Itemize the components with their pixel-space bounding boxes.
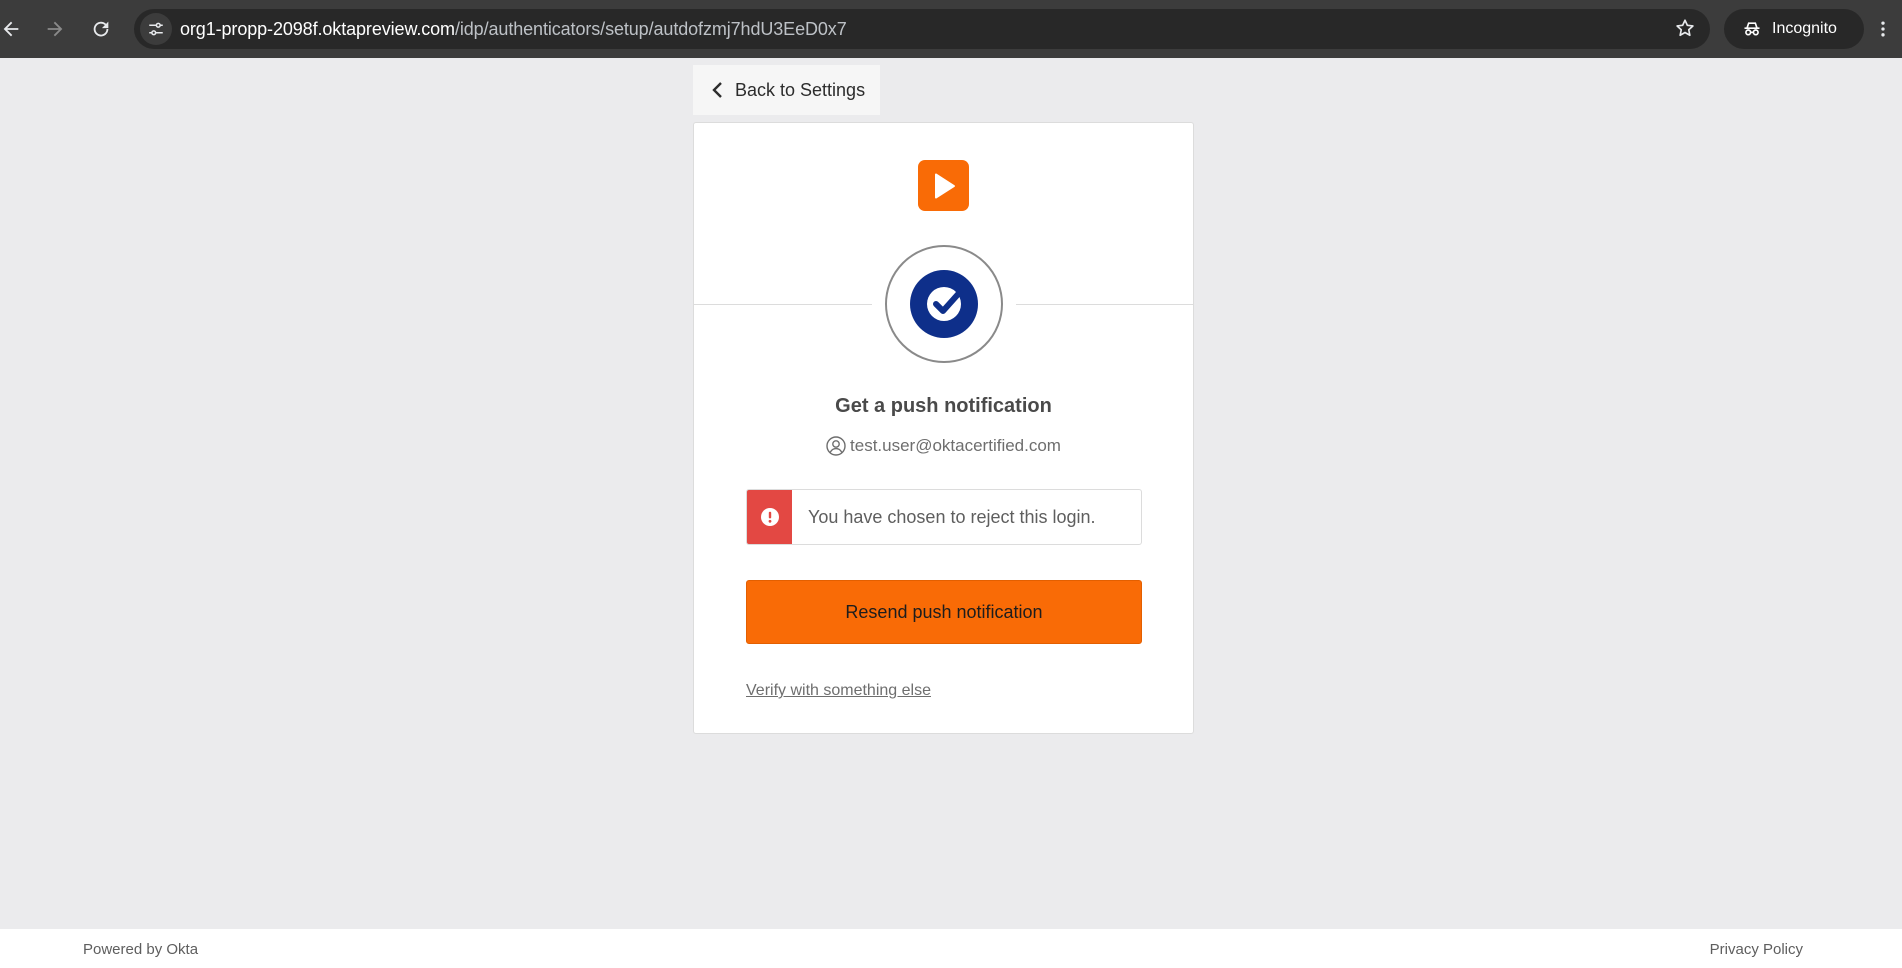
resend-push-button[interactable]: Resend push notification [746, 580, 1142, 644]
brand-logo-play-icon [918, 160, 969, 211]
star-icon[interactable] [1674, 17, 1696, 44]
okta-verify-authenticator-icon [885, 245, 1003, 363]
more-vert-icon[interactable] [1868, 14, 1898, 44]
error-alert: You have chosen to reject this login. [746, 489, 1142, 545]
reload-icon[interactable] [84, 12, 118, 46]
user-identifier: test.user@oktacertified.com [694, 436, 1193, 456]
powered-by-okta: Powered by Okta [83, 941, 199, 958]
incognito-icon [1742, 19, 1762, 39]
error-icon [747, 490, 792, 544]
back-to-settings-link[interactable]: Back to Settings [693, 65, 880, 115]
back-arrow-icon[interactable] [0, 12, 28, 46]
privacy-policy-link[interactable]: Privacy Policy [1710, 941, 1803, 958]
site-info-tune-icon[interactable] [140, 13, 172, 45]
divider [1016, 304, 1194, 305]
address-bar[interactable]: org1-propp-2098f.oktapreview.com/idp/aut… [134, 9, 1710, 49]
url-path: /idp/authenticators/setup/autdofzmj7hdU3… [454, 19, 847, 39]
url-text: org1-propp-2098f.oktapreview.com/idp/aut… [180, 19, 847, 40]
auth-card: Get a push notification test.user@oktace… [693, 122, 1194, 734]
forward-arrow-icon[interactable] [38, 12, 72, 46]
identifier-text: test.user@oktacertified.com [850, 436, 1061, 455]
incognito-label: Incognito [1772, 20, 1837, 37]
page-title: Get a push notification [835, 395, 1052, 417]
error-message: You have chosen to reject this login. [808, 506, 1096, 527]
browser-toolbar: org1-propp-2098f.oktapreview.com/idp/aut… [0, 0, 1902, 58]
incognito-badge[interactable]: Incognito [1724, 9, 1864, 49]
verify-with-something-else-link[interactable]: Verify with something else [746, 682, 931, 700]
user-circle-icon [826, 436, 846, 456]
chevron-left-icon [711, 81, 725, 99]
divider [694, 304, 872, 305]
back-to-settings-label: Back to Settings [735, 79, 866, 100]
footer: Powered by Okta Privacy Policy [0, 929, 1902, 968]
url-host: org1-propp-2098f.oktapreview.com [180, 19, 455, 39]
